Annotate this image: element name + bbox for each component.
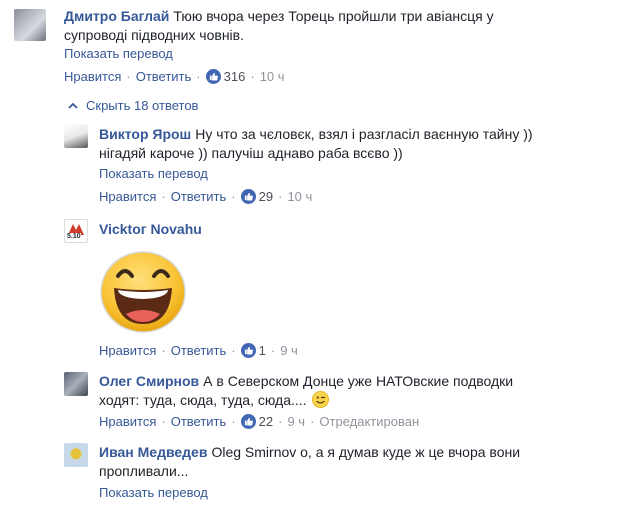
reaction-count[interactable]: 316	[224, 69, 246, 84]
separator: ·	[231, 343, 236, 358]
separator: ·	[161, 414, 166, 429]
separator: ·	[278, 189, 283, 204]
comment-body: Дмитро Баглай Тюю вчора через Торець прой…	[64, 7, 584, 45]
avatar[interactable]	[64, 124, 88, 148]
comment-body: Олег Смирнов А в Северском Донце уже НАТО…	[99, 372, 604, 410]
separator: ·	[161, 189, 166, 204]
comment-text: ходят: туда, сюда, туда, сюда....	[99, 392, 307, 408]
separator: ·	[231, 414, 236, 429]
comment-text: Oleg Smirnov о, а я думав куде ж це вчор…	[211, 444, 521, 460]
like-button[interactable]: Нравится	[99, 414, 156, 429]
winking-smiley-icon	[312, 391, 330, 408]
separator: ·	[231, 189, 236, 204]
separator: ·	[196, 69, 201, 84]
reply-button[interactable]: Ответить	[171, 189, 227, 204]
reaction-count[interactable]: 29	[259, 189, 273, 204]
chevron-up-icon	[68, 102, 78, 109]
comment-text: нігадяй кароче )) палучіш аднаво раба вс…	[99, 145, 403, 161]
separator: ·	[310, 414, 315, 429]
comment-text: Ну что за чєловєк, взял і разгласіл ваєн…	[195, 126, 533, 142]
reply-button[interactable]: Ответить	[171, 414, 227, 429]
like-reaction-icon[interactable]	[240, 414, 256, 429]
like-reaction-icon[interactable]	[240, 189, 256, 204]
hide-replies-label[interactable]: Скрыть 18 ответов	[86, 98, 198, 113]
separator: ·	[161, 343, 166, 358]
comment-actions: Нравится · Ответить · 29 · 10 ч	[99, 189, 312, 204]
like-button[interactable]: Нравится	[99, 189, 156, 204]
timestamp[interactable]: 9 ч	[287, 414, 305, 429]
comment-body: Vicktoг Novahu	[99, 220, 206, 239]
avatar[interactable]: 5.10	[64, 219, 88, 243]
separator: ·	[270, 343, 276, 358]
timestamp[interactable]: 10 ч	[287, 189, 312, 204]
reaction-count[interactable]: 1	[259, 343, 266, 358]
timestamp[interactable]: 9 ч	[280, 343, 298, 358]
comment-actions: Нравится · Ответить · 22 · 9 ч · Отредак…	[99, 414, 419, 429]
avatar[interactable]	[64, 372, 88, 396]
sticker[interactable]	[98, 248, 188, 334]
comment-actions: Нравится · Ответить · 316 · 10 ч	[64, 69, 285, 84]
comment-body: Виктор Ярош Ну что за чєловєк, взял і раз…	[99, 125, 604, 163]
edited-label[interactable]: Отредактирован	[319, 414, 419, 429]
comment-author[interactable]: Дмитро Баглай	[64, 8, 169, 24]
comment-author[interactable]: Иван Медведев	[99, 444, 207, 460]
avatar-badge: 5.10	[67, 233, 81, 241]
show-translation-link[interactable]: Показать перевод	[99, 485, 208, 500]
comment-author[interactable]: Виктор Ярош	[99, 126, 191, 142]
like-button[interactable]: Нравится	[64, 69, 121, 84]
show-translation-link[interactable]: Показать перевод	[99, 166, 208, 181]
comment-author[interactable]: Олег Смирнов	[99, 373, 199, 389]
comment-text: А в Северском Донце уже НАТОвские подвод…	[203, 373, 514, 389]
separator: ·	[250, 69, 255, 84]
comment-text: Тюю вчора через Торець пройшли три авіан…	[173, 8, 494, 24]
separator: ·	[278, 414, 283, 429]
hide-replies-toggle[interactable]: Скрыть 18 ответов	[68, 98, 198, 113]
separator: ·	[126, 69, 131, 84]
show-translation-link[interactable]: Показать перевод	[64, 46, 173, 61]
avatar[interactable]	[64, 443, 88, 467]
comment-author[interactable]: Vicktoг Novahu	[99, 221, 202, 237]
reaction-count[interactable]: 22	[259, 414, 273, 429]
avatar[interactable]	[14, 9, 46, 41]
comment-actions: Нравится · Ответить · 1 · 9 ч	[99, 343, 298, 358]
timestamp[interactable]: 10 ч	[260, 69, 285, 84]
like-button[interactable]: Нравится	[99, 343, 156, 358]
reply-button[interactable]: Ответить	[136, 69, 192, 84]
reply-button[interactable]: Ответить	[171, 343, 227, 358]
comment-text: пропливали...	[99, 463, 189, 479]
like-reaction-icon[interactable]	[240, 343, 256, 358]
grinning-smiley-sticker-icon	[100, 251, 186, 333]
comment-body: Иван Медведев Oleg Smirnov о, а я думав к…	[99, 443, 604, 481]
like-reaction-icon[interactable]	[205, 69, 221, 84]
comment-text: супроводі підводних човнів.	[64, 27, 244, 43]
